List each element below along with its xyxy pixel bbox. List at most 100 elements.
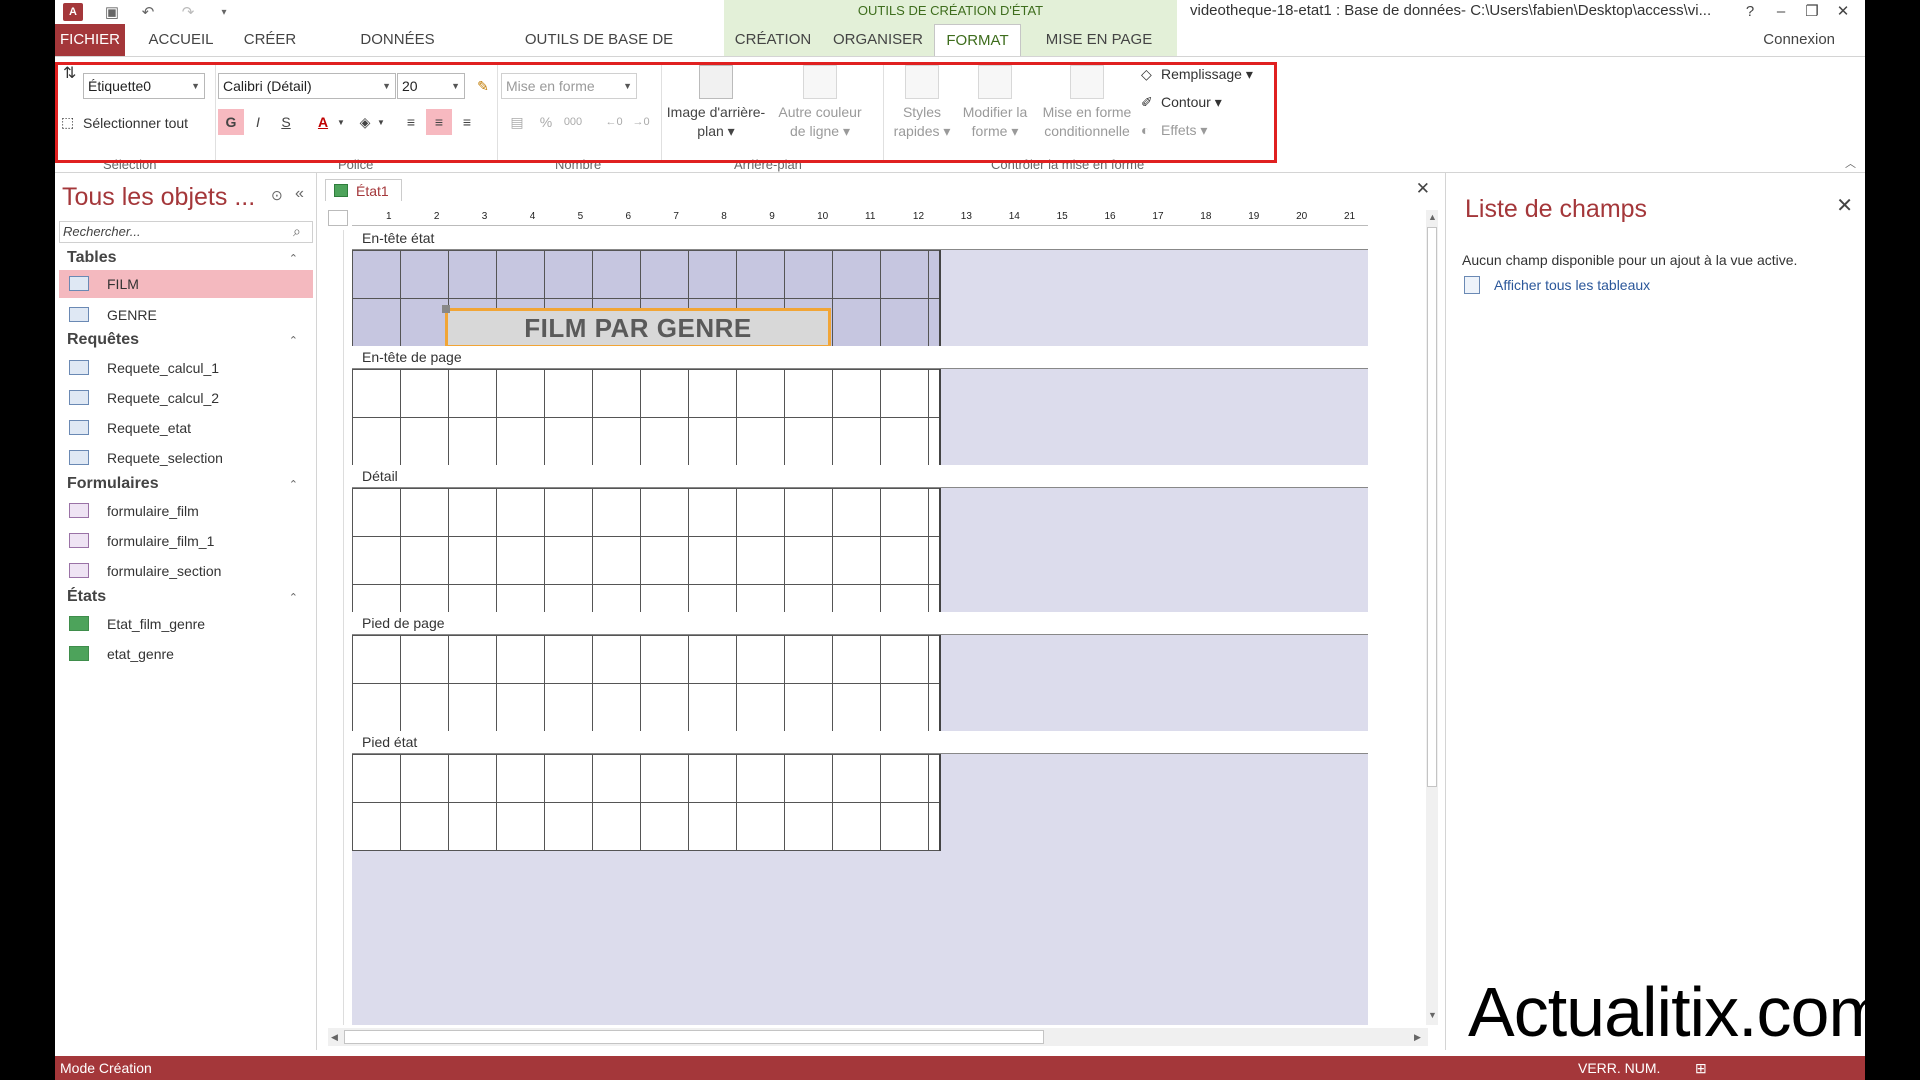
scroll-thumb[interactable]: [344, 1030, 1044, 1044]
report-design-area: État1 ✕ 1 2 3 4 5 6 7 8 9 10 11 12 13 14 15 16 17 18 19 20 2…: [322, 173, 1438, 1050]
chevron-up-icon[interactable]: ⌃: [289, 252, 298, 265]
grid-pied-de-page[interactable]: [352, 635, 941, 731]
nav-group-tables[interactable]: Tables: [67, 249, 117, 267]
tab-creation[interactable]: CRÉATION: [724, 24, 822, 56]
restore-button[interactable]: ❐: [1797, 0, 1827, 22]
horizontal-scrollbar[interactable]: ◀ ▶: [328, 1028, 1428, 1046]
nav-item-etat-film-genre[interactable]: Etat_film_genre: [59, 610, 313, 638]
ruler-mark: 19: [1248, 211, 1260, 222]
nav-item-requete-calcul-1[interactable]: Requete_calcul_1: [59, 354, 313, 382]
tab-etat1[interactable]: État1: [325, 179, 402, 201]
grid-en-tete-etat[interactable]: FILM PAR GENRE: [352, 250, 941, 348]
ruler-corner[interactable]: [328, 210, 348, 226]
access-logo-icon[interactable]: A: [63, 3, 83, 21]
grid-pied-etat[interactable]: [352, 754, 941, 851]
help-button[interactable]: ?: [1735, 0, 1765, 22]
report-icon: [69, 616, 89, 631]
scroll-right-icon[interactable]: ▶: [1414, 1032, 1421, 1043]
section-label: En-tête état: [362, 230, 435, 246]
report-canvas: En-tête état FILM PAR GENRE En-tête de p…: [352, 227, 1368, 1025]
nav-item-film[interactable]: FILM: [59, 270, 313, 298]
form-icon: [69, 533, 89, 548]
close-document-icon[interactable]: ✕: [1416, 179, 1430, 199]
scroll-up-icon[interactable]: ▲: [1428, 212, 1437, 222]
nav-menu-icon[interactable]: ⊙: [271, 187, 283, 204]
nav-item-requete-etat[interactable]: Requete_etat: [59, 414, 313, 442]
ruler-mark: 20: [1296, 211, 1308, 222]
nav-item-label: formulaire_film_1: [107, 533, 215, 549]
ruler-mark: 3: [481, 211, 488, 222]
nav-item-label: etat_genre: [107, 646, 174, 662]
tab-format[interactable]: FORMAT: [934, 24, 1021, 57]
design-view-icon[interactable]: ⊞: [1695, 1056, 1707, 1080]
ribbon-tabs: FICHIER ACCUEIL CRÉER DONNÉES EXTERNES O…: [55, 24, 1865, 80]
scroll-left-icon[interactable]: ◀: [331, 1032, 338, 1043]
title-bar: A ▣ ↶ ↷ ▾ OUTILS DE CRÉATION D'ÉTAT vide…: [55, 0, 1865, 24]
nav-item-formulaire-film[interactable]: formulaire_film: [59, 497, 313, 525]
query-icon: [69, 360, 89, 375]
nav-item-etat-genre[interactable]: etat_genre: [59, 640, 313, 668]
section-detail[interactable]: Détail: [352, 465, 1368, 488]
move-handle[interactable]: [442, 305, 450, 313]
quick-access-toolbar: A ▣ ↶ ↷ ▾: [63, 2, 235, 22]
vertical-scrollbar[interactable]: ▲ ▼: [1426, 210, 1438, 1025]
ruler-mark: 12: [912, 211, 925, 222]
nav-item-genre[interactable]: GENRE: [59, 301, 313, 329]
close-field-list-icon[interactable]: ✕: [1836, 193, 1853, 218]
tab-donnees-externes[interactable]: DONNÉES EXTERNES: [320, 24, 475, 80]
grid-en-tete-de-page[interactable]: [352, 369, 941, 465]
tab-mise-en-page[interactable]: MISE EN PAGE: [1021, 24, 1177, 56]
minimize-button[interactable]: –: [1766, 0, 1796, 22]
nav-item-requete-selection[interactable]: Requete_selection: [59, 444, 313, 472]
close-window-button[interactable]: ✕: [1828, 0, 1858, 22]
access-window: A ▣ ↶ ↷ ▾ OUTILS DE CRÉATION D'ÉTAT vide…: [55, 0, 1865, 1080]
nav-item-formulaire-section[interactable]: formulaire_section: [59, 557, 313, 585]
collapse-nav-icon[interactable]: «: [295, 185, 304, 203]
tab-accueil[interactable]: ACCUEIL: [141, 24, 221, 56]
show-all-tables-link[interactable]: Afficher tous les tableaux: [1494, 277, 1650, 293]
report-icon: [334, 184, 348, 197]
field-list-message: Aucun champ disponible pour un ajout à l…: [1462, 252, 1798, 268]
nav-item-label: Requete_calcul_1: [107, 360, 220, 376]
nav-item-requete-calcul-2[interactable]: Requete_calcul_2: [59, 384, 313, 412]
chevron-up-icon[interactable]: ⌃: [289, 591, 298, 604]
undo-icon[interactable]: ↶: [137, 2, 159, 22]
nav-group-formulaires[interactable]: Formulaires: [67, 475, 159, 493]
tab-creer[interactable]: CRÉER: [235, 24, 305, 56]
nav-pane-title[interactable]: Tous les objets ...: [62, 183, 255, 212]
section-pied-etat[interactable]: Pied état: [352, 731, 1368, 754]
grid-detail[interactable]: [352, 488, 941, 612]
view-mode-status: Mode Création: [60, 1060, 152, 1076]
section-pied-de-page[interactable]: Pied de page: [352, 612, 1368, 635]
scroll-down-icon[interactable]: ▼: [1428, 1010, 1437, 1020]
watermark-text: Actualitix.com: [1468, 973, 1865, 1051]
query-icon: [69, 450, 89, 465]
section-en-tete-etat[interactable]: En-tête état: [352, 227, 1368, 250]
ruler-mark: 8: [721, 211, 727, 222]
ruler-mark: 21: [1344, 211, 1356, 222]
search-icon[interactable]: ⌕: [293, 223, 301, 240]
nav-item-formulaire-film-1[interactable]: formulaire_film_1: [59, 527, 313, 555]
scroll-thumb[interactable]: [1427, 227, 1437, 787]
save-icon[interactable]: ▣: [101, 2, 123, 22]
section-label: Pied état: [362, 734, 418, 750]
collapse-ribbon-icon[interactable]: ︿: [1845, 155, 1856, 171]
ruler-mark: 15: [1056, 211, 1068, 222]
vertical-ruler: [328, 230, 344, 1025]
section-en-tete-de-page[interactable]: En-tête de page: [352, 346, 1368, 369]
tab-organiser[interactable]: ORGANISER: [822, 24, 934, 56]
tab-outils-bdd[interactable]: OUTILS DE BASE DE DONNÉES: [492, 24, 706, 80]
connexion-link[interactable]: Connexion: [1763, 24, 1835, 56]
nav-group-requetes[interactable]: Requêtes: [67, 331, 139, 349]
customize-qat-icon[interactable]: ▾: [213, 2, 235, 22]
nav-item-label: GENRE: [107, 307, 157, 323]
form-icon: [69, 563, 89, 578]
search-input[interactable]: Rechercher...: [59, 221, 313, 243]
nav-group-etats[interactable]: États: [67, 588, 106, 606]
chevron-up-icon[interactable]: ⌃: [289, 478, 298, 491]
chevron-up-icon[interactable]: ⌃: [289, 334, 298, 347]
tab-fichier[interactable]: FICHIER: [55, 24, 125, 56]
report-title-label[interactable]: FILM PAR GENRE: [445, 308, 831, 348]
redo-icon[interactable]: ↷: [177, 2, 199, 22]
status-bar: Mode Création VERR. NUM. ⊞: [55, 1056, 1865, 1080]
